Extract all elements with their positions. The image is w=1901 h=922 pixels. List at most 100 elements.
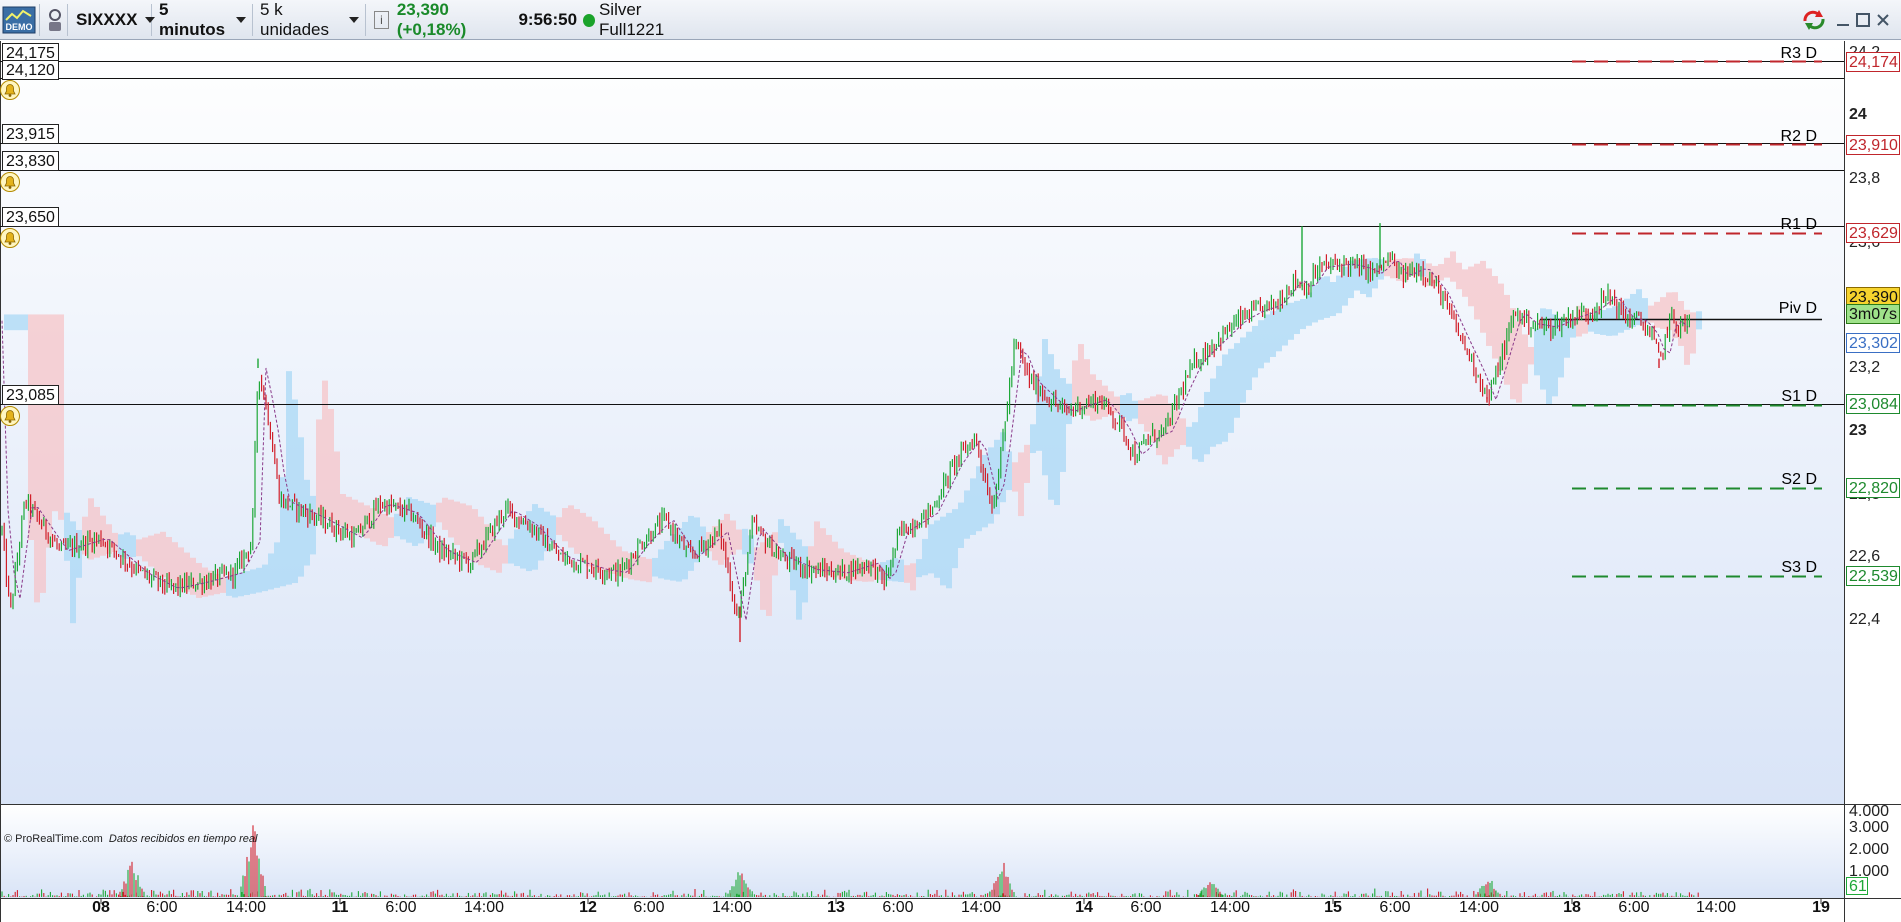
bell-icon[interactable]	[0, 172, 20, 192]
cloud-segment	[664, 540, 670, 580]
realtime-text: Datos recibidos en tiempo real	[108, 833, 258, 845]
close-icon[interactable]	[1873, 9, 1893, 31]
cloud-segment	[196, 562, 202, 598]
cloud-segment	[778, 519, 784, 543]
toolbar: DEMO SIXXXX 5 minutos 5 k unidades i 23,…	[0, 0, 1901, 40]
cloud-segment	[496, 539, 502, 573]
volume-last-tag: 61	[1846, 877, 1868, 895]
x-tick-day: 13	[827, 899, 845, 916]
x-tick-time: 6:00	[1618, 899, 1650, 916]
cloud-segment	[244, 571, 250, 596]
alert-label-23915[interactable]: 23,915	[2, 124, 59, 144]
cloud-segment	[310, 495, 316, 555]
cloud-segment	[814, 521, 820, 570]
cloud-segment	[1462, 269, 1468, 297]
cloud-segment	[568, 505, 574, 548]
cloud-segment	[934, 520, 940, 578]
link-chain-icon[interactable]	[42, 4, 68, 36]
cloud-segment	[976, 466, 982, 532]
cloud-segment	[724, 513, 730, 560]
cloud-segment	[772, 532, 778, 576]
cloud-segment	[706, 532, 712, 552]
symbol-selector[interactable]: SIXXXX	[70, 4, 156, 36]
minimize-icon[interactable]	[1833, 9, 1853, 31]
cloud-segment	[550, 515, 556, 543]
cloud-segment	[1144, 398, 1150, 432]
cloud-segment	[748, 535, 754, 564]
cloud-segment	[640, 557, 646, 582]
cloud-segment	[268, 553, 274, 590]
cloud-segment	[508, 538, 514, 564]
ref-price-tag: 23,302	[1846, 333, 1900, 353]
bell-icon[interactable]	[0, 406, 20, 426]
cloud-segment	[1444, 257, 1450, 278]
alert-label-23650[interactable]: 23,650	[2, 207, 59, 227]
bell-icon[interactable]	[0, 80, 20, 100]
refresh-icon[interactable]	[1800, 9, 1828, 31]
cloud-segment	[334, 451, 340, 523]
info-icon[interactable]: i	[374, 11, 389, 29]
cloud-segment	[1486, 268, 1492, 346]
cloud-segment	[1384, 260, 1390, 277]
cloud-segment	[1696, 311, 1702, 330]
cloud-segment	[1282, 304, 1288, 346]
cloud-segment	[46, 314, 52, 548]
cloud-segment	[1126, 393, 1132, 422]
x-tick-time: 6:00	[1379, 899, 1411, 916]
y-tick: 23	[1849, 422, 1867, 439]
cloud-segment	[1606, 308, 1612, 336]
cloud-segment	[1192, 422, 1198, 460]
chart-area[interactable]: 24,175 24,120 23,915 23,830 23,650 23,08…	[0, 41, 1901, 922]
cloud-segment	[1294, 300, 1300, 335]
bell-icon[interactable]	[0, 228, 20, 248]
cloud-segment	[1222, 354, 1228, 442]
cloud-segment	[412, 499, 418, 546]
units-selector[interactable]: 5 k unidades	[254, 0, 366, 39]
cloud-segment	[754, 547, 760, 581]
cloud-segment	[922, 538, 928, 576]
cloud-segment	[16, 314, 22, 331]
y-tick: 22,4	[1849, 611, 1881, 628]
pivot-name-piv: Piv D	[1778, 300, 1817, 317]
cloud-segment	[1264, 314, 1270, 363]
timeframe-selector[interactable]: 5 minutos	[153, 0, 253, 39]
cloud-segment	[1138, 400, 1144, 425]
cloud-segment	[238, 572, 244, 597]
cloud-segment	[556, 517, 562, 535]
cloud-segment	[1228, 348, 1234, 433]
alert-label-24120[interactable]: 24,120	[2, 60, 59, 80]
x-tick-time: 14:00	[225, 899, 267, 916]
alert-label-23085[interactable]: 23,085	[2, 385, 59, 405]
cloud-segment	[4, 314, 10, 331]
vol-tick: 2.000	[1849, 841, 1890, 858]
cloud-segment	[1258, 320, 1264, 369]
cloud-segment	[1660, 297, 1666, 329]
cloud-segment	[1426, 263, 1432, 287]
cloud-segment	[442, 497, 448, 530]
cloud-segment	[1288, 302, 1294, 340]
cloud-segment	[1432, 265, 1438, 284]
cloud-segment	[1198, 407, 1204, 462]
cloud-segment	[1366, 258, 1372, 298]
cloud-segment	[970, 478, 976, 535]
cloud-segment	[220, 576, 226, 593]
cloud-segment	[1024, 444, 1030, 483]
cloud-segment	[1048, 354, 1054, 500]
cloud-segment	[1408, 258, 1414, 276]
cloud-segment	[1540, 308, 1546, 390]
cloud-segment	[1456, 262, 1462, 290]
x-tick-time: 6:00	[146, 899, 178, 916]
alert-label-23830[interactable]: 23,830	[2, 151, 59, 171]
cloud-segment	[10, 314, 16, 331]
demo-badge[interactable]: DEMO	[2, 4, 40, 36]
cloud-segment	[658, 549, 664, 579]
cloud-segment	[322, 380, 328, 518]
quote-info: i 23,390 (+0,18%) 9:56:50 Silver Full122…	[368, 0, 708, 39]
x-tick-day: 12	[579, 899, 597, 916]
maximize-icon[interactable]	[1853, 9, 1873, 31]
cloud-segment	[160, 531, 166, 578]
y-tick: 24	[1849, 106, 1867, 123]
cloud-segment	[1318, 277, 1324, 320]
svg-text:DEMO: DEMO	[6, 22, 33, 32]
cloud-segment	[172, 542, 178, 586]
